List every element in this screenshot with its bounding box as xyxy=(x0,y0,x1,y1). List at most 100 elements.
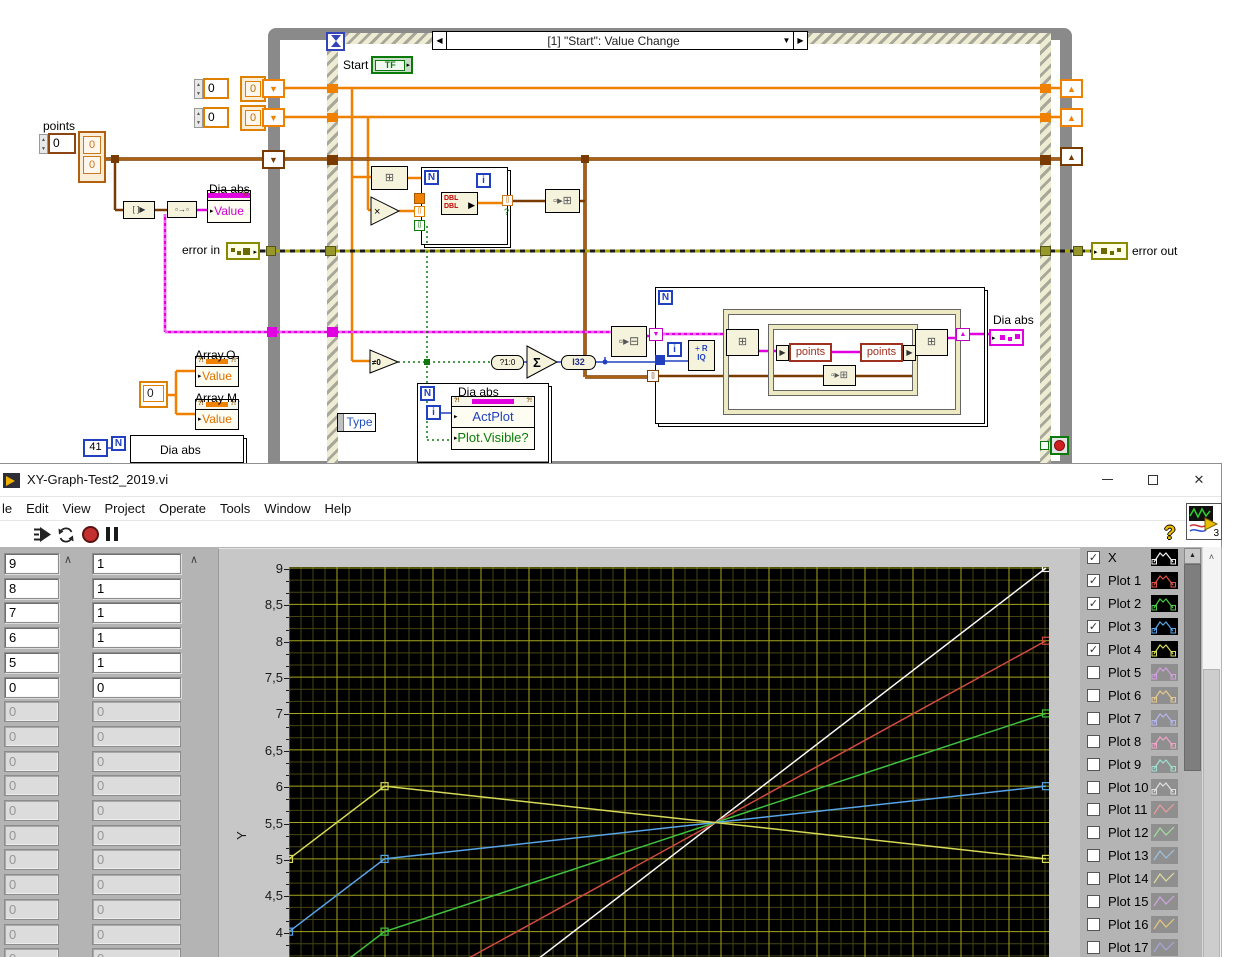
close-button[interactable]: ✕ xyxy=(1176,464,1222,495)
index-array-top[interactable]: ⊞ xyxy=(371,166,408,190)
array1-element-9[interactable]: 0 xyxy=(4,775,59,797)
points-subvi-1[interactable]: points xyxy=(789,343,832,362)
event-timeout-icon[interactable] xyxy=(326,32,345,51)
legend-plot-style-icon[interactable] xyxy=(1151,663,1178,681)
legend-checkbox[interactable] xyxy=(1087,803,1100,817)
array2-element-9[interactable]: 0 xyxy=(92,775,181,797)
array1-element-15[interactable]: 0 xyxy=(4,923,59,945)
shift-register-right-3[interactable]: ▲ xyxy=(1060,147,1083,166)
legend-checkbox[interactable]: ✓ xyxy=(1087,619,1100,633)
legend-checkbox[interactable]: ✓ xyxy=(1087,573,1100,587)
array2-element-5[interactable]: 0 xyxy=(92,676,181,698)
array1-element-10[interactable]: 0 xyxy=(4,800,59,821)
legend-plot-style-icon[interactable] xyxy=(1151,617,1178,635)
stop-button-terminal[interactable] xyxy=(1050,436,1069,455)
array1-element-13[interactable]: 0 xyxy=(4,874,59,896)
numeric1-spinner[interactable]: ▲ ▼ xyxy=(194,79,203,99)
dia-abs-visible-property[interactable]: ?!?! ▸ ActPlot ▸ Plot.Visible? xyxy=(451,396,535,450)
menu-tools[interactable]: Tools xyxy=(220,501,250,516)
menu-help[interactable]: Help xyxy=(325,501,352,516)
legend-checkbox[interactable]: ✓ xyxy=(1087,551,1100,564)
points-subvi-2[interactable]: points xyxy=(860,343,903,362)
legend-checkbox[interactable] xyxy=(1087,918,1100,932)
menu-view[interactable]: View xyxy=(63,501,91,516)
legend-checkbox[interactable] xyxy=(1087,734,1100,748)
points-array[interactable]: 0 0 xyxy=(78,131,106,183)
array1-element-12[interactable]: 0 xyxy=(4,849,59,871)
legend-plot-style-icon[interactable] xyxy=(1151,755,1178,773)
legend-scroll-up-button[interactable]: ▲ xyxy=(1184,548,1201,564)
array2-element-13[interactable]: 0 xyxy=(92,874,181,896)
legend-plot-style-icon[interactable] xyxy=(1151,893,1178,911)
reshape-array-node[interactable]: ▫▸⊟ xyxy=(611,326,647,357)
legend-checkbox[interactable] xyxy=(1087,872,1100,886)
legend-checkbox[interactable] xyxy=(1087,895,1100,909)
array2-element-16[interactable]: 0 xyxy=(92,948,181,957)
legend-plot-style-icon[interactable] xyxy=(1151,916,1178,934)
array1-element-3[interactable]: 6 xyxy=(4,627,59,649)
legend-checkbox[interactable] xyxy=(1087,780,1100,794)
dbl-conversion-node[interactable]: DBL DBL ▶ xyxy=(441,192,478,215)
numeric2-spinner[interactable]: ▲ ▼ xyxy=(194,108,203,128)
zero-constant[interactable]: 0 xyxy=(139,381,168,408)
start-boolean-terminal[interactable]: TF ▸ xyxy=(371,56,413,74)
array1-element-1[interactable]: 8 xyxy=(4,577,59,599)
legend-plot-style-icon[interactable] xyxy=(1151,571,1178,589)
legend-scrollbar-thumb[interactable] xyxy=(1184,564,1201,771)
legend-plot-style-icon[interactable] xyxy=(1151,640,1178,658)
legend-checkbox[interactable] xyxy=(1087,688,1100,702)
menu-edit[interactable]: Edit xyxy=(26,501,48,516)
array2-element-1[interactable]: 1 xyxy=(92,577,181,599)
legend-checkbox[interactable] xyxy=(1087,757,1100,771)
array2-element-7[interactable]: 0 xyxy=(92,725,181,747)
legend-plot-style-icon[interactable] xyxy=(1151,594,1178,612)
menu-file[interactable]: le xyxy=(2,501,12,516)
index-array-inner-left[interactable]: ⊞ xyxy=(726,329,759,356)
build-array-inner[interactable]: ▫▸⊞ xyxy=(823,365,856,386)
maximize-button[interactable] xyxy=(1130,464,1176,495)
array1-element-7[interactable]: 0 xyxy=(4,725,59,747)
41-constant[interactable]: 41 xyxy=(83,439,108,457)
panel-scroll-up-button[interactable]: ˄ xyxy=(1203,549,1220,567)
legend-checkbox[interactable] xyxy=(1087,849,1100,863)
shift-register-left-3[interactable]: ▼ xyxy=(262,150,285,169)
index-array-inner-right[interactable]: ⊞ xyxy=(915,329,948,356)
shift-register-right-2[interactable]: ▲ xyxy=(1060,108,1083,127)
points-spinner[interactable]: ▲ ▼ xyxy=(39,134,48,154)
legend-plot-style-icon[interactable] xyxy=(1151,939,1178,957)
error-in-terminal[interactable]: ▸ xyxy=(226,242,260,260)
abort-icon[interactable] xyxy=(82,526,99,543)
event-prev-arrow[interactable]: ◀ xyxy=(433,32,447,49)
array2-element-15[interactable]: 0 xyxy=(92,923,181,945)
vi-icon-thumbnail[interactable]: 3 xyxy=(1186,503,1222,540)
legend-checkbox[interactable] xyxy=(1087,826,1100,840)
title-bar[interactable]: XY-Graph-Test2_2019.vi ✕ xyxy=(0,464,1221,496)
run-icon[interactable] xyxy=(33,526,52,543)
array1-element-4[interactable]: 5 xyxy=(4,651,59,673)
array1-element-11[interactable]: 0 xyxy=(4,824,59,846)
array-size-node[interactable]: [ ]▶ xyxy=(123,201,155,219)
array2-element-6[interactable]: 0 xyxy=(92,701,181,723)
array2-up-arrow[interactable]: ∧ xyxy=(186,553,202,569)
array2-element-0[interactable]: 1 xyxy=(92,553,181,574)
legend-checkbox[interactable] xyxy=(1087,711,1100,725)
event-next-arrow[interactable]: ▶ xyxy=(793,32,807,49)
legend-checkbox[interactable]: ✓ xyxy=(1087,596,1100,610)
legend-plot-style-icon[interactable] xyxy=(1151,686,1178,704)
array1-element-16[interactable]: 0 xyxy=(4,948,59,957)
array1-element-5[interactable]: 0 xyxy=(4,676,59,698)
legend-plot-style-icon[interactable] xyxy=(1151,870,1178,888)
help-icon[interactable]: ? xyxy=(1164,523,1176,545)
legend-scrollbar-track[interactable] xyxy=(1184,771,1201,957)
legend-plot-style-icon[interactable] xyxy=(1151,709,1178,727)
array2-element-2[interactable]: 1 xyxy=(92,602,181,624)
shift-register-left-1[interactable]: ▼ xyxy=(262,79,285,98)
select-node[interactable]: ?1:0 xyxy=(491,355,524,370)
array2-element-10[interactable]: 0 xyxy=(92,800,181,821)
array2-element-11[interactable]: 0 xyxy=(92,824,181,846)
array2-element-4[interactable]: 1 xyxy=(92,651,181,673)
array2-element-8[interactable]: 0 xyxy=(92,750,181,772)
legend-plot-style-icon[interactable] xyxy=(1151,549,1178,566)
xy-graph-plot-area[interactable] xyxy=(284,563,1051,957)
array2-element-12[interactable]: 0 xyxy=(92,849,181,871)
